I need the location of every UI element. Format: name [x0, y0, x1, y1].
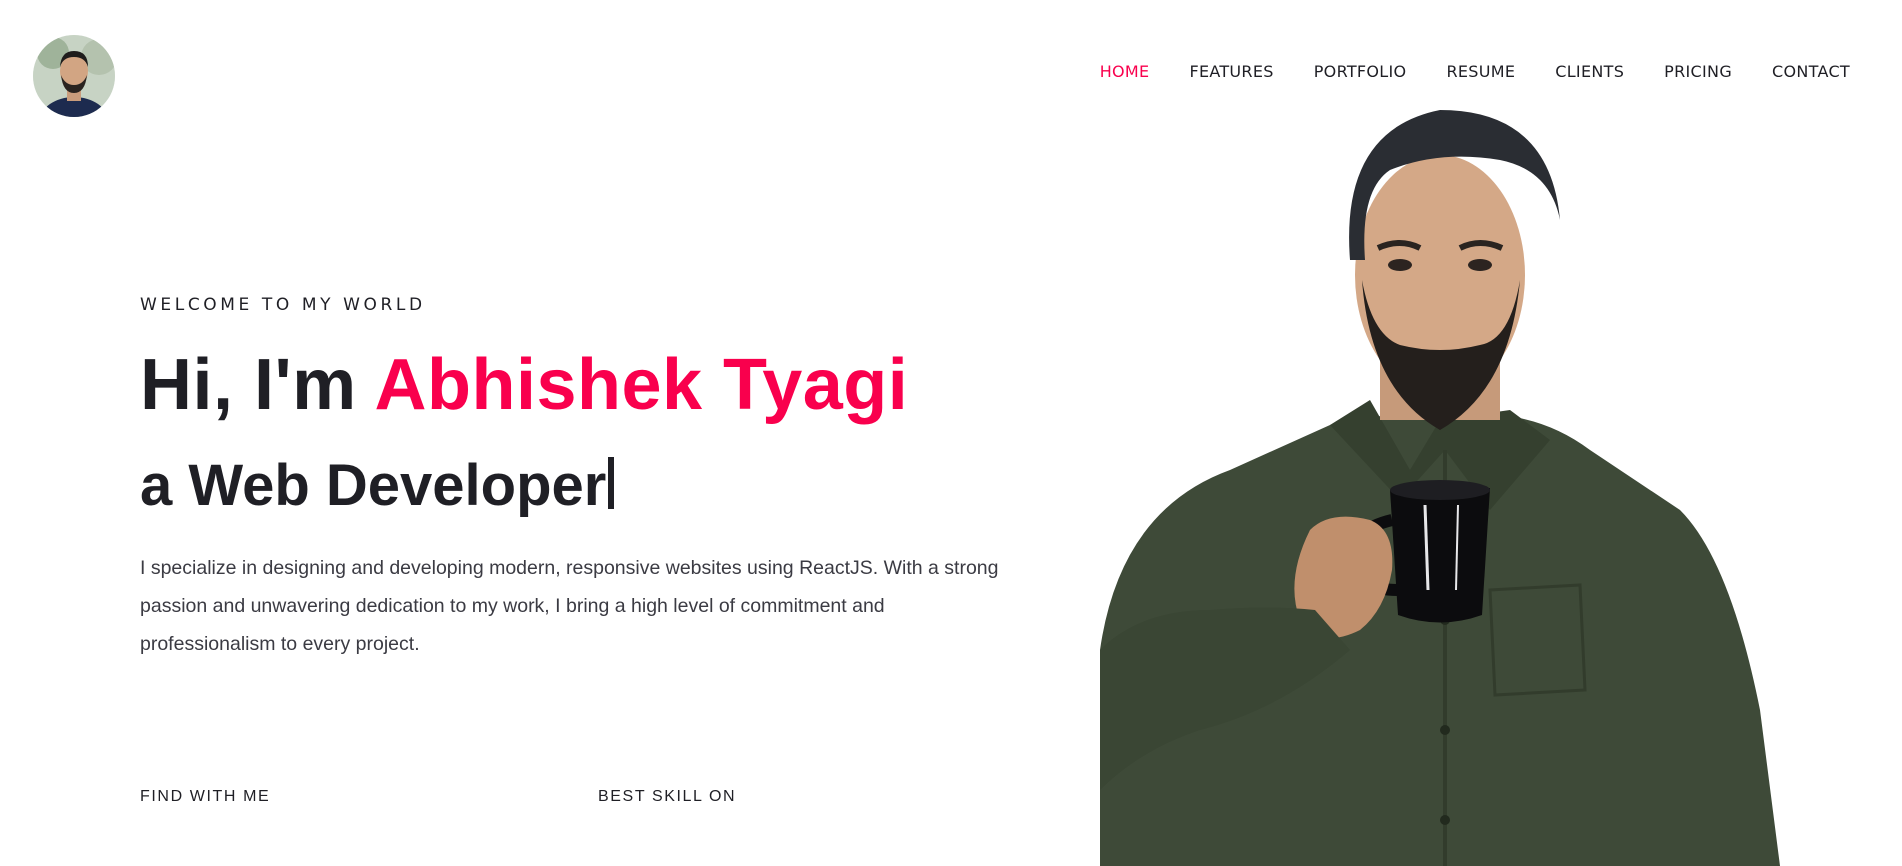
best-skill-on-heading: BEST SKILL ON	[598, 788, 737, 805]
portrait-photo	[1100, 110, 1780, 866]
nav-resume[interactable]: RESUME	[1446, 62, 1515, 81]
nav-features[interactable]: FEATURES	[1189, 62, 1273, 81]
site-header: HOME FEATURES PORTFOLIO RESUME CLIENTS P…	[0, 0, 1902, 150]
hero-role: a Web Developer	[140, 457, 1020, 515]
nav-clients[interactable]: CLIENTS	[1555, 62, 1624, 81]
main-nav: HOME FEATURES PORTFOLIO RESUME CLIENTS P…	[1060, 62, 1850, 81]
hero-title: Hi, I'm Abhishek Tyagi	[140, 349, 1020, 421]
find-with-me-heading: FIND WITH ME	[140, 788, 271, 805]
nav-contact[interactable]: CONTACT	[1772, 62, 1850, 81]
nav-pricing[interactable]: PRICING	[1664, 62, 1732, 81]
hero-description: I specialize in designing and developing…	[140, 557, 999, 655]
hero-name: Abhishek Tyagi	[374, 345, 909, 425]
hero-role-text: a Web Developer	[140, 453, 607, 518]
welcome-text: WELCOME TO MY WORLD	[140, 295, 426, 315]
nav-home[interactable]: HOME	[1100, 62, 1150, 81]
nav-portfolio[interactable]: PORTFOLIO	[1314, 62, 1407, 81]
hero-greeting: Hi, I'm	[140, 345, 375, 425]
typing-cursor	[608, 457, 615, 509]
hero-content: WELCOME TO MY WORLD Hi, I'm Abhishek Tya…	[140, 295, 1020, 663]
avatar-logo[interactable]	[33, 35, 115, 117]
